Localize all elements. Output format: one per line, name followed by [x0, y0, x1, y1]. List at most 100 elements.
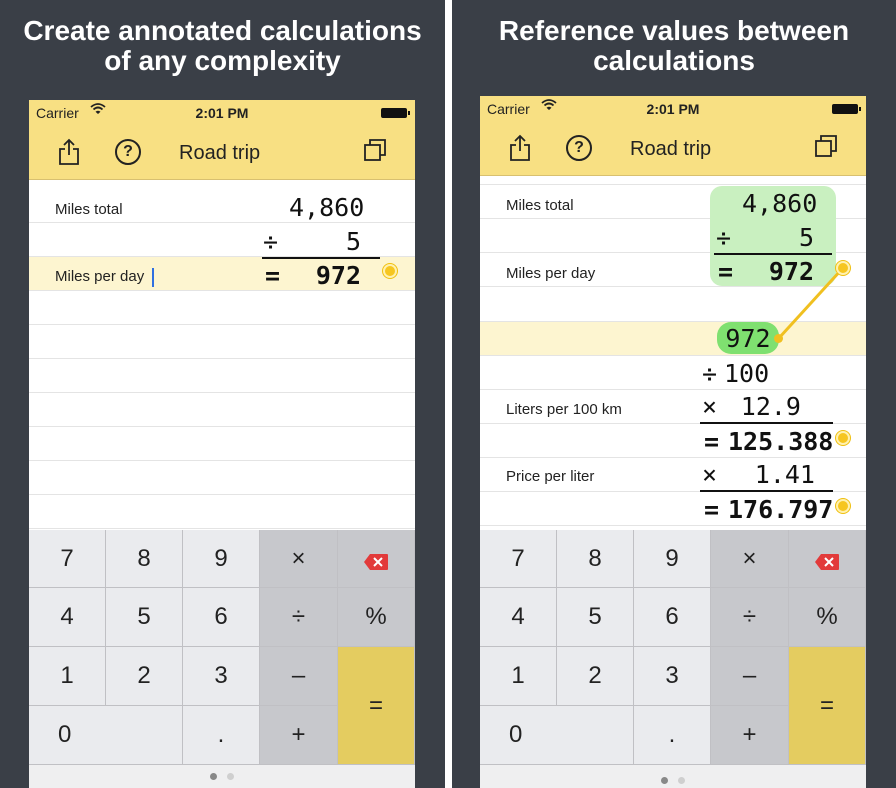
right-headline-line2: calculations	[593, 45, 755, 76]
key-percent[interactable]: %	[338, 588, 415, 647]
key-4[interactable]: 4	[480, 588, 557, 647]
key-2[interactable]: 2	[106, 647, 183, 706]
key-9[interactable]: 9	[183, 530, 260, 588]
key-3[interactable]: 3	[634, 647, 711, 706]
panel-divider	[445, 0, 452, 788]
key-minus[interactable]: –	[711, 647, 789, 706]
key-6[interactable]: 6	[634, 588, 711, 647]
copy-icon[interactable]	[363, 138, 387, 162]
divisor-value[interactable]: 5	[329, 227, 361, 256]
row-separator	[480, 286, 866, 287]
row-separator	[480, 321, 866, 322]
active-row-highlight	[480, 321, 866, 355]
key-0[interactable]: 0	[29, 706, 183, 765]
key-divide[interactable]: ÷	[711, 588, 789, 647]
key-percent[interactable]: %	[789, 588, 866, 647]
divisor-value[interactable]: 5	[782, 223, 814, 252]
equals-operator-2: =	[704, 427, 720, 456]
clock: 2:01 PM	[646, 101, 700, 117]
right-headline: Reference values between calculations	[452, 16, 896, 76]
navigation-bar: ? Road trip	[29, 122, 415, 180]
navigation-bar: ? Road trip	[480, 118, 866, 176]
reference-value[interactable]: 972	[717, 324, 779, 353]
page-dot-active	[209, 773, 217, 780]
liters-result[interactable]: 125.388	[728, 427, 833, 456]
row-separator	[29, 324, 415, 325]
miles-total-label[interactable]: Miles total	[506, 197, 574, 214]
key-backspace[interactable]	[338, 530, 415, 588]
key-6[interactable]: 6	[183, 588, 260, 647]
help-icon[interactable]: ?	[115, 139, 141, 165]
link-dot-icon[interactable]	[836, 431, 850, 445]
share-icon[interactable]	[508, 134, 532, 162]
key-backspace[interactable]	[789, 530, 866, 588]
equals-operator: =	[265, 261, 281, 290]
copy-icon[interactable]	[814, 134, 838, 158]
multiply-operator-2: ×	[702, 460, 718, 489]
link-dot-icon[interactable]	[383, 264, 397, 278]
calculation-sheet[interactable]: Miles total 4,860 ÷ 5 Miles per day = 97…	[480, 176, 866, 530]
link-dot-icon[interactable]	[836, 499, 850, 513]
share-icon[interactable]	[57, 138, 81, 166]
key-minus[interactable]: –	[260, 647, 338, 706]
sum-line	[262, 257, 380, 259]
document-title[interactable]: Road trip	[630, 138, 711, 161]
price-per-liter-label[interactable]: Price per liter	[506, 468, 594, 485]
left-headline-line2: of any complexity	[104, 45, 341, 76]
right-panel: Reference values between calculations Ca…	[452, 0, 896, 788]
miles-total-value[interactable]: 4,860	[289, 193, 364, 222]
result-value[interactable]: 972	[311, 261, 361, 290]
miles-per-day-label[interactable]: Miles per day	[55, 268, 144, 285]
miles-total-label[interactable]: Miles total	[55, 201, 123, 218]
hundred-value[interactable]: 100	[724, 359, 769, 388]
key-multiply[interactable]: ×	[260, 530, 338, 588]
left-panel: Create annotated calculations of any com…	[0, 0, 445, 788]
key-plus[interactable]: +	[260, 706, 338, 765]
document-title[interactable]: Road trip	[179, 142, 260, 165]
miles-total-value[interactable]: 4,860	[742, 189, 817, 218]
liters-value[interactable]: 12.9	[735, 392, 801, 421]
key-equals[interactable]: =	[338, 647, 415, 765]
key-1[interactable]: 1	[480, 647, 557, 706]
left-headline: Create annotated calculations of any com…	[0, 16, 445, 76]
liters-per-100km-label[interactable]: Liters per 100 km	[506, 401, 622, 418]
key-5[interactable]: 5	[557, 588, 634, 647]
key-2[interactable]: 2	[557, 647, 634, 706]
key-7[interactable]: 7	[29, 530, 106, 588]
key-equals[interactable]: =	[789, 647, 866, 765]
key-3[interactable]: 3	[183, 647, 260, 706]
key-1[interactable]: 1	[29, 647, 106, 706]
help-icon[interactable]: ?	[566, 135, 592, 161]
page-dot	[678, 777, 686, 784]
keypad-page-indicator[interactable]	[29, 767, 415, 785]
key-decimal[interactable]: .	[634, 706, 711, 765]
key-5[interactable]: 5	[106, 588, 183, 647]
key-9[interactable]: 9	[634, 530, 711, 588]
key-8[interactable]: 8	[106, 530, 183, 588]
row-separator	[29, 528, 415, 529]
miles-per-day-label[interactable]: Miles per day	[506, 265, 595, 282]
row-separator	[29, 426, 415, 427]
key-8[interactable]: 8	[557, 530, 634, 588]
row-separator	[480, 389, 866, 390]
calculator-keypad: 7 8 9 × 4 5 6 ÷ % 1 2 3 – = 0 . +	[29, 530, 415, 788]
key-decimal[interactable]: .	[183, 706, 260, 765]
calculation-sheet[interactable]: Miles total 4,860 ÷ 5 Miles per day = 97…	[29, 180, 415, 530]
key-multiply[interactable]: ×	[711, 530, 789, 588]
keypad-page-indicator[interactable]	[480, 771, 866, 788]
link-dot-icon[interactable]	[836, 261, 850, 275]
key-7[interactable]: 7	[480, 530, 557, 588]
key-plus[interactable]: +	[711, 706, 789, 765]
reference-anchor-dot	[774, 334, 783, 343]
key-4[interactable]: 4	[29, 588, 106, 647]
left-headline-line1: Create annotated calculations	[23, 15, 422, 46]
key-0[interactable]: 0	[480, 706, 634, 765]
result-value[interactable]: 972	[764, 257, 814, 286]
app-store-screenshots: Create annotated calculations of any com…	[0, 0, 896, 788]
price-value[interactable]: 1.41	[735, 460, 815, 489]
right-phone: Carrier 2:01 PM ? Road trip Miles total …	[480, 96, 866, 788]
key-divide[interactable]: ÷	[260, 588, 338, 647]
price-result[interactable]: 176.797	[728, 495, 833, 524]
status-bar: Carrier 2:01 PM	[29, 100, 415, 122]
sum-line	[700, 422, 833, 424]
